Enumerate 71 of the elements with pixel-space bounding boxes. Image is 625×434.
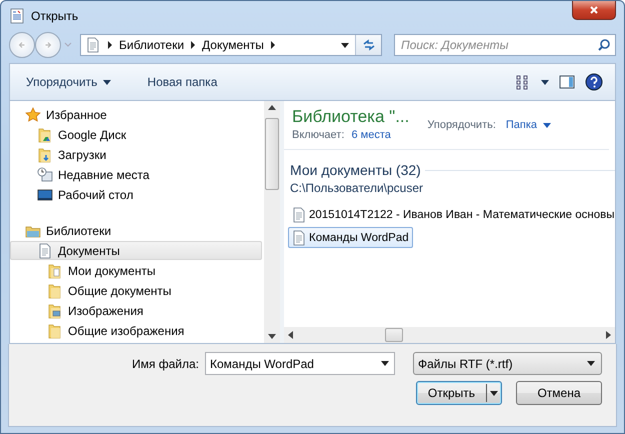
chevron-icon (270, 41, 276, 49)
includes-label: Включает: (292, 129, 344, 141)
scroll-up-icon[interactable] (268, 105, 276, 110)
help-icon[interactable] (585, 73, 603, 91)
address-bar[interactable]: Библиотеки Документы (80, 34, 382, 56)
nav-item[interactable]: Недавние места (34, 165, 262, 184)
folder-icon (47, 282, 63, 298)
refresh-icon (362, 38, 376, 52)
caret-icon (543, 122, 552, 128)
cancel-button[interactable]: Отмена (516, 381, 602, 405)
window-title: Открыть (31, 9, 78, 23)
open-button[interactable]: Открыть (416, 381, 502, 405)
scrollbar-thumb[interactable] (385, 328, 403, 342)
organize-menu[interactable]: Упорядочить (20, 71, 118, 93)
new-folder-button[interactable]: Новая папка (141, 71, 224, 93)
chevron-icon (190, 41, 196, 49)
caret-icon (103, 80, 112, 84)
folder-icon (47, 302, 63, 318)
folder-icon (37, 146, 53, 162)
document-icon (37, 242, 53, 258)
nav-item[interactable]: Google Диск (34, 125, 262, 144)
nav-item[interactable]: Избранное (22, 105, 262, 124)
nav-item[interactable]: Общие документы (44, 281, 262, 300)
caret-icon[interactable] (341, 42, 349, 48)
chevron-icon (107, 41, 113, 49)
preview-pane-icon[interactable] (559, 74, 575, 90)
scroll-down-icon[interactable] (268, 334, 276, 339)
file-item[interactable]: Команды WordPad (288, 227, 413, 248)
nav-item[interactable]: Рабочий стол (34, 185, 262, 204)
arrange-label: Упорядочить: (427, 119, 496, 131)
star-icon (25, 106, 41, 122)
folder-icon (47, 262, 63, 278)
scroll-left-icon[interactable] (288, 331, 293, 339)
breadcrumb[interactable]: Библиотеки (119, 38, 184, 52)
folder-icon (37, 126, 53, 142)
search-field[interactable]: Поиск: Документы (394, 34, 616, 56)
scroll-right-icon[interactable] (606, 331, 611, 339)
caret-icon[interactable] (541, 80, 549, 84)
document-icon (85, 37, 101, 53)
caret-icon (587, 361, 595, 366)
nav-item[interactable]: Документы (10, 241, 262, 260)
folder-icon (47, 322, 63, 338)
file-name-field[interactable]: Команды WordPad (205, 352, 395, 375)
file-item[interactable]: 20151014T2122 - Иванов Иван - Математические основы (288, 204, 618, 225)
nav-item[interactable]: Мои документы (44, 261, 262, 280)
folder-path: C:\Пользователи\pcuser (290, 181, 424, 195)
close-icon (589, 5, 599, 15)
scrollbar-thumb[interactable] (265, 118, 279, 190)
app-icon (9, 8, 25, 24)
scrollbar[interactable] (264, 101, 280, 343)
file-type-dropdown[interactable]: Файлы RTF (*.rtf) (413, 352, 602, 375)
nav-item[interactable]: Изображения (44, 301, 262, 320)
document-icon (291, 230, 307, 246)
close-button[interactable] (572, 1, 616, 20)
recent-places-icon (37, 166, 53, 182)
document-icon (291, 206, 307, 222)
search-icon (597, 38, 611, 52)
nav-item[interactable]: Библиотеки (22, 221, 262, 240)
file-name-label: Имя файла: (132, 356, 199, 370)
group-title: Мои документы (32) (290, 162, 421, 178)
includes-link[interactable]: 6 места (351, 129, 391, 141)
arrange-dropdown[interactable]: Папка (504, 117, 554, 133)
caret-icon (490, 390, 498, 396)
breadcrumb[interactable]: Документы (202, 38, 264, 52)
refresh-button[interactable] (355, 35, 381, 55)
nav-item[interactable]: Общие изображения (44, 321, 262, 340)
desktop-icon (37, 186, 53, 202)
caret-icon[interactable] (381, 361, 389, 366)
nav-item[interactable]: Загрузки (34, 145, 262, 164)
library-title: Библиотека "... (292, 107, 410, 127)
scrollbar[interactable] (284, 327, 615, 343)
